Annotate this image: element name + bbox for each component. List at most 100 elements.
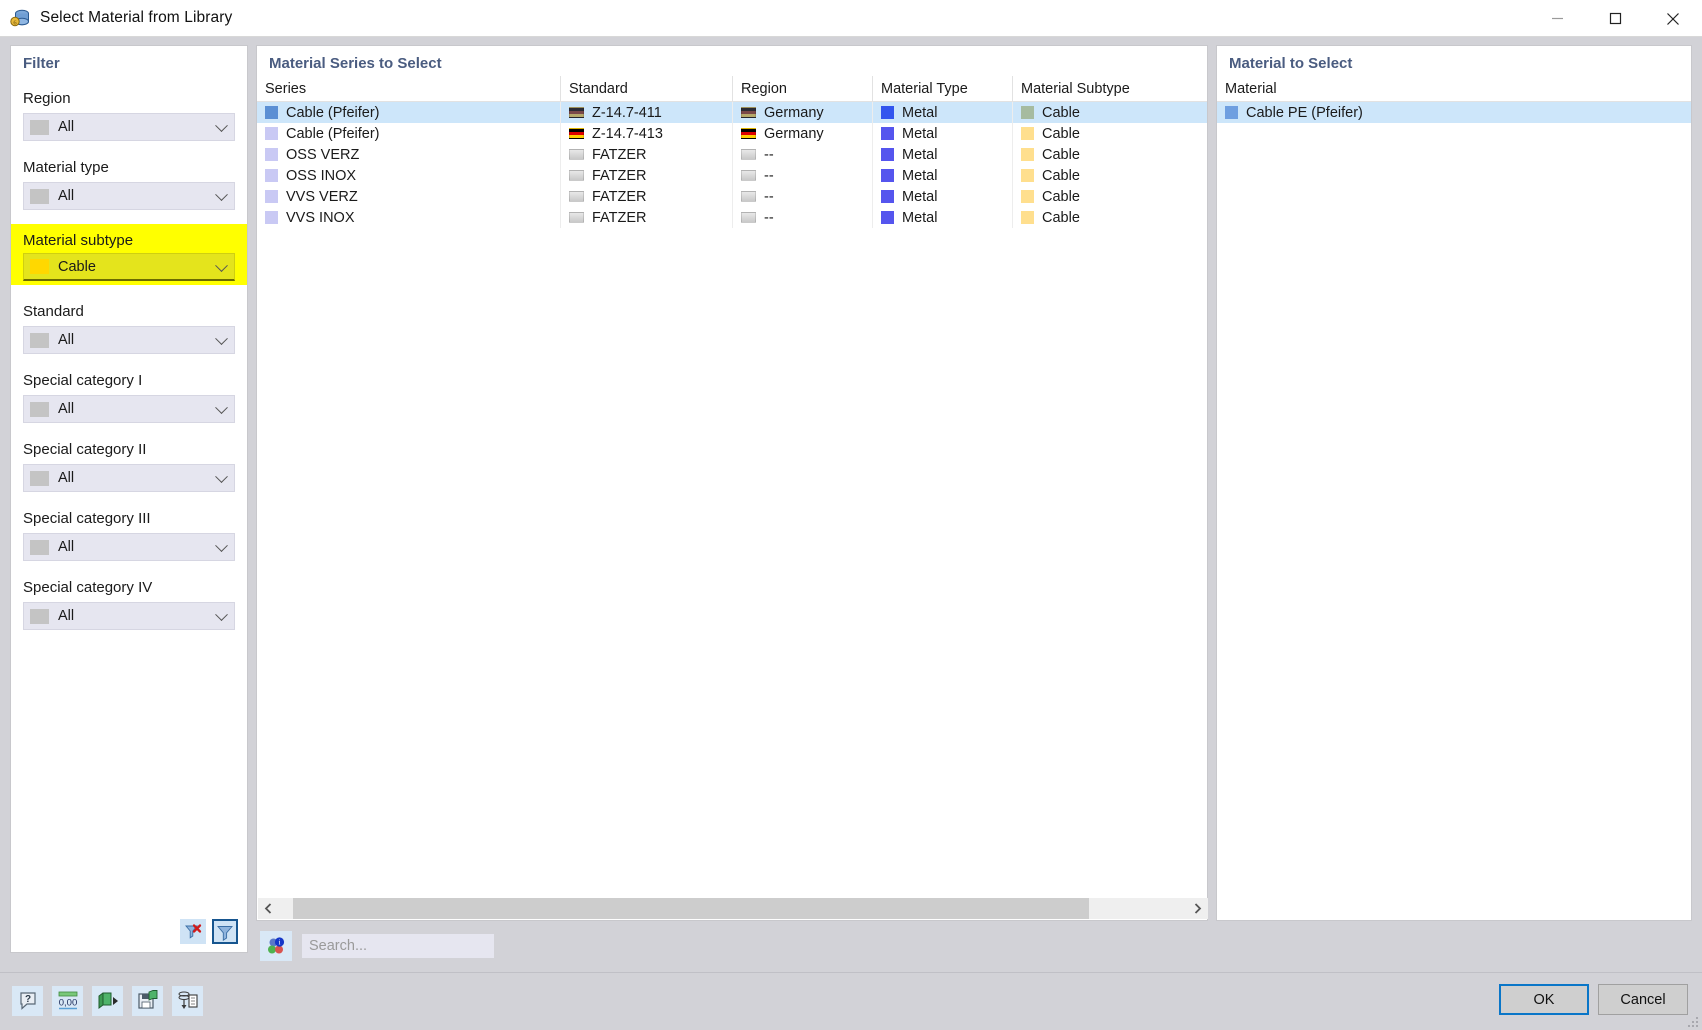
filter-dropdown[interactable]: All xyxy=(23,464,235,492)
save-db-icon[interactable] xyxy=(132,986,163,1016)
cell-material-subtype: Cable xyxy=(1013,123,1207,144)
help-info-icon[interactable]: ? xyxy=(12,986,43,1016)
cell-text: Cable PE (Pfeifer) xyxy=(1246,104,1363,121)
table-row[interactable]: OSS INOX FATZER -- Metal Cable xyxy=(257,165,1207,186)
cell-text: Metal xyxy=(902,209,938,226)
filter-dropdown[interactable]: All xyxy=(23,533,235,561)
color-swatch xyxy=(265,148,278,161)
maximize-icon[interactable] xyxy=(1586,0,1644,37)
chevron-down-icon xyxy=(215,470,228,484)
table-row[interactable]: Cable (Pfeifer) Z-14.7-413 Germany Metal Cab… xyxy=(257,123,1207,144)
chevron-left-icon[interactable] xyxy=(258,898,279,919)
cell-series: VVS VERZ xyxy=(257,186,561,207)
cell-text: FATZER xyxy=(592,167,647,184)
color-swatch xyxy=(265,169,278,182)
color-swatch xyxy=(1021,169,1034,182)
filter-dropdown[interactable]: Cable xyxy=(23,253,235,281)
bottom-toolbar: ? 0,00 OK Cancel xyxy=(0,972,1702,1030)
cell-standard: FATZER xyxy=(561,186,733,207)
search-balls-info-icon[interactable]: i xyxy=(260,931,292,961)
cell-standard: FATZER xyxy=(561,207,733,228)
filter-dropdown[interactable]: All xyxy=(23,182,235,210)
chevron-down-icon xyxy=(215,188,228,202)
color-swatch xyxy=(881,169,894,182)
column-header[interactable]: Material xyxy=(1217,76,1691,101)
cell-standard: FATZER xyxy=(561,165,733,186)
cell-text: Z-14.7-411 xyxy=(592,104,662,121)
table-row[interactable]: VVS INOX FATZER -- Metal Cable xyxy=(257,207,1207,228)
apply-filter-button[interactable] xyxy=(212,919,238,944)
filter-label: Special category III xyxy=(23,510,151,527)
cell-text: Metal xyxy=(902,188,938,205)
minimize-icon[interactable] xyxy=(1528,0,1586,37)
flag-icon xyxy=(569,212,584,223)
search-bar: i xyxy=(256,927,1208,965)
cancel-button[interactable]: Cancel xyxy=(1598,984,1688,1015)
column-header[interactable]: Region xyxy=(733,76,873,101)
flag-icon xyxy=(569,191,584,202)
column-header[interactable]: Standard xyxy=(561,76,733,101)
color-swatch xyxy=(30,401,49,417)
cell-standard: Z-14.7-411 xyxy=(561,102,733,123)
toolbar-icon-group: ? 0,00 xyxy=(12,986,203,1016)
column-header[interactable]: Material Subtype xyxy=(1013,76,1207,101)
cell-material-subtype: Cable xyxy=(1013,102,1207,123)
filter-group-special-category-iii: Special category III All xyxy=(11,510,247,561)
ok-button[interactable]: OK xyxy=(1499,984,1589,1015)
table-row[interactable]: OSS VERZ FATZER -- Metal Cable xyxy=(257,144,1207,165)
filter-group-region: Region All xyxy=(11,90,247,141)
search-input[interactable] xyxy=(302,934,494,958)
numeric-format-icon[interactable]: 0,00 xyxy=(52,986,83,1016)
export-db-icon[interactable] xyxy=(92,986,123,1016)
cell-text: Germany xyxy=(764,125,824,142)
scrollbar-thumb[interactable] xyxy=(293,898,1089,919)
cell-region: -- xyxy=(733,165,873,186)
flag-icon xyxy=(741,191,756,202)
flag-icon xyxy=(569,128,584,139)
cell-text: Cable xyxy=(1042,104,1080,121)
scrollbar-track[interactable] xyxy=(279,898,1187,919)
filter-value: All xyxy=(58,119,75,135)
filter-dropdown[interactable]: All xyxy=(23,113,235,141)
flag-icon xyxy=(741,128,756,139)
resize-grip[interactable] xyxy=(1686,1015,1698,1027)
close-icon[interactable] xyxy=(1644,0,1702,37)
filter-group-special-category-i: Special category I All xyxy=(11,372,247,423)
svg-text:?: ? xyxy=(24,994,30,1005)
table-row[interactable]: Cable (Pfeifer) Z-14.7-411 Germany Metal Cab… xyxy=(257,102,1207,123)
material-panel-title: Material to Select xyxy=(1229,55,1353,72)
filter-label: Special category I xyxy=(23,372,143,389)
cell-text: OSS INOX xyxy=(286,167,357,184)
chevron-down-icon xyxy=(215,258,228,272)
cell-text: Germany xyxy=(764,104,824,121)
column-header[interactable]: Material Type xyxy=(873,76,1013,101)
chevron-right-icon[interactable] xyxy=(1187,898,1208,919)
chevron-down-icon xyxy=(215,539,228,553)
column-header[interactable]: Series xyxy=(257,76,561,101)
library-cylinder-icon: 6 xyxy=(9,7,31,29)
filter-value: All xyxy=(58,539,75,555)
flag-icon xyxy=(569,149,584,160)
cell-text: FATZER xyxy=(592,188,647,205)
filter-dropdown[interactable]: All xyxy=(23,395,235,423)
material-to-select-panel: Material to Select Material Cable PE (Pf… xyxy=(1216,45,1692,921)
dialog-body: Filter Region All Material type All Material… xyxy=(0,37,1702,1030)
list-item[interactable]: Cable PE (Pfeifer) xyxy=(1217,102,1691,123)
filter-dropdown[interactable]: All xyxy=(23,326,235,354)
color-swatch xyxy=(881,148,894,161)
filter-value: All xyxy=(58,332,75,348)
clear-filter-button[interactable] xyxy=(180,919,206,944)
color-swatch xyxy=(30,608,49,624)
filter-dropdown[interactable]: All xyxy=(23,602,235,630)
filter-label: Standard xyxy=(23,303,84,320)
filter-group-special-category-iv: Special category IV All xyxy=(11,579,247,630)
table-row[interactable]: VVS VERZ FATZER -- Metal Cable xyxy=(257,186,1207,207)
cell-material-subtype: Cable xyxy=(1013,186,1207,207)
cell-text: Z-14.7-413 xyxy=(592,125,663,142)
series-horizontal-scrollbar[interactable] xyxy=(258,898,1208,919)
cell-material: Cable PE (Pfeifer) xyxy=(1217,102,1691,123)
color-swatch xyxy=(881,211,894,224)
color-swatch xyxy=(30,332,49,348)
color-swatch xyxy=(881,127,894,140)
import-list-icon[interactable] xyxy=(172,986,203,1016)
